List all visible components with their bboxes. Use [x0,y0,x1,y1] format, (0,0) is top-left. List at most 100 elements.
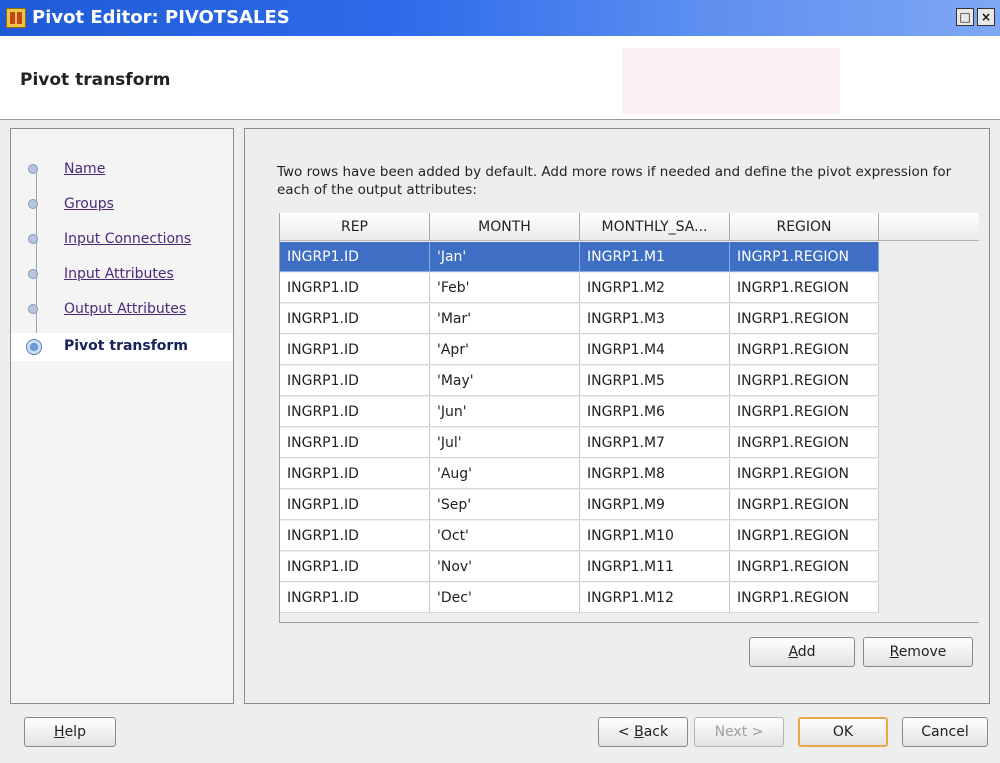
cell-rep[interactable]: INGRP1.ID [280,583,430,613]
cell-monthly-sales[interactable]: INGRP1.M6 [580,397,730,427]
table-row[interactable]: INGRP1.ID 'Jul' INGRP1.M7 INGRP1.REGION [280,428,879,458]
step-input-connections-label[interactable]: Input Connections [64,231,191,247]
pivot-expression-table[interactable]: REP MONTH MONTHLY_SA... REGION INGRP1.ID… [279,213,979,623]
cell-monthly-sales[interactable]: INGRP1.M5 [580,366,730,396]
cell-region[interactable]: INGRP1.REGION [730,490,879,520]
pivot-editor-app-icon [6,8,26,28]
cell-rep[interactable]: INGRP1.ID [280,397,430,427]
cell-rep[interactable]: INGRP1.ID [280,335,430,365]
cell-month[interactable]: 'Oct' [430,521,580,551]
cancel-button[interactable]: Cancel [902,717,988,747]
cell-month[interactable]: 'Dec' [430,583,580,613]
restore-window-button[interactable]: □ [956,8,974,26]
cell-rep[interactable]: INGRP1.ID [280,304,430,334]
cell-rep[interactable]: INGRP1.ID [280,273,430,303]
cell-monthly-sales[interactable]: INGRP1.M10 [580,521,730,551]
step-visited-icon [28,199,38,209]
step-input-attributes[interactable]: Input Attributes [11,261,233,289]
cell-rep[interactable]: INGRP1.ID [280,366,430,396]
table-row[interactable]: INGRP1.ID 'Sep' INGRP1.M9 INGRP1.REGION [280,490,879,520]
wizard-step-navigation: Name Groups Input Connections Input Attr… [10,128,234,704]
cell-month[interactable]: 'Aug' [430,459,580,489]
cell-monthly-sales[interactable]: INGRP1.M2 [580,273,730,303]
cell-monthly-sales[interactable]: INGRP1.M12 [580,583,730,613]
step-name-label[interactable]: Name [64,161,105,177]
next-button[interactable]: Next > [694,717,784,747]
wizard-header: Pivot transform [0,36,1000,120]
step-groups[interactable]: Groups [11,191,233,219]
table-row[interactable]: INGRP1.ID 'Mar' INGRP1.M3 INGRP1.REGION [280,304,879,334]
table-row[interactable]: INGRP1.ID 'Feb' INGRP1.M2 INGRP1.REGION [280,273,879,303]
table-row[interactable]: INGRP1.ID 'Nov' INGRP1.M11 INGRP1.REGION [280,552,879,582]
remove-row-mnemonic: R [889,644,899,660]
window-titlebar[interactable]: Pivot Editor: PIVOTSALES □ × [0,0,1000,36]
table-row[interactable]: INGRP1.ID 'Jan' INGRP1.M1 INGRP1.REGION [280,242,879,272]
step-output-attributes-label[interactable]: Output Attributes [64,301,186,317]
cell-month[interactable]: 'Jan' [430,242,580,272]
cell-region[interactable]: INGRP1.REGION [730,459,879,489]
cell-monthly-sales[interactable]: INGRP1.M1 [580,242,730,272]
ok-button[interactable]: OK [798,717,888,747]
table-row[interactable]: INGRP1.ID 'Oct' INGRP1.M10 INGRP1.REGION [280,521,879,551]
cell-monthly-sales[interactable]: INGRP1.M8 [580,459,730,489]
table-row[interactable]: INGRP1.ID 'Apr' INGRP1.M4 INGRP1.REGION [280,335,879,365]
table-row[interactable]: INGRP1.ID 'Dec' INGRP1.M12 INGRP1.REGION [280,583,879,613]
help-button[interactable]: Help [24,717,116,747]
step-visited-icon [28,234,38,244]
add-row-button[interactable]: Add [749,637,855,667]
remove-row-button[interactable]: Remove [863,637,973,667]
back-mnemonic: B [634,724,644,740]
cell-rep[interactable]: INGRP1.ID [280,428,430,458]
back-button[interactable]: < Back [598,717,688,747]
pivot-transform-panel: Two rows have been added by default. Add… [244,128,990,704]
back-label-rest: ack [643,724,669,740]
cell-rep[interactable]: INGRP1.ID [280,521,430,551]
cell-monthly-sales[interactable]: INGRP1.M9 [580,490,730,520]
cell-region[interactable]: INGRP1.REGION [730,273,879,303]
cell-monthly-sales[interactable]: INGRP1.M3 [580,304,730,334]
cell-region[interactable]: INGRP1.REGION [730,397,879,427]
cell-month[interactable]: 'Jun' [430,397,580,427]
add-row-label-rest: dd [797,644,816,660]
cell-region[interactable]: INGRP1.REGION [730,428,879,458]
cell-monthly-sales[interactable]: INGRP1.M11 [580,552,730,582]
cell-month[interactable]: 'Apr' [430,335,580,365]
step-pivot-transform[interactable]: Pivot transform [11,333,233,361]
table-row[interactable]: INGRP1.ID 'Jun' INGRP1.M6 INGRP1.REGION [280,397,879,427]
step-input-connections[interactable]: Input Connections [11,226,233,254]
step-groups-label[interactable]: Groups [64,196,114,212]
step-input-attributes-label[interactable]: Input Attributes [64,266,174,282]
cell-month[interactable]: 'Feb' [430,273,580,303]
column-header-month[interactable]: MONTH [430,213,580,241]
step-output-attributes[interactable]: Output Attributes [11,296,233,324]
cell-month[interactable]: 'Nov' [430,552,580,582]
cell-rep[interactable]: INGRP1.ID [280,242,430,272]
cell-region[interactable]: INGRP1.REGION [730,521,879,551]
cell-monthly-sales[interactable]: INGRP1.M7 [580,428,730,458]
cell-region[interactable]: INGRP1.REGION [730,583,879,613]
window-title: Pivot Editor: PIVOTSALES [32,7,290,28]
step-name[interactable]: Name [11,156,233,184]
page-title: Pivot transform [20,70,171,90]
cell-region[interactable]: INGRP1.REGION [730,366,879,396]
table-row[interactable]: INGRP1.ID 'Aug' INGRP1.M8 INGRP1.REGION [280,459,879,489]
cell-month[interactable]: 'Sep' [430,490,580,520]
cell-month[interactable]: 'Jul' [430,428,580,458]
step-current-icon [26,339,42,355]
column-header-monthly-sales[interactable]: MONTHLY_SA... [580,213,730,241]
cell-region[interactable]: INGRP1.REGION [730,304,879,334]
column-header-rep[interactable]: REP [280,213,430,241]
cell-rep[interactable]: INGRP1.ID [280,490,430,520]
cell-region[interactable]: INGRP1.REGION [730,335,879,365]
cell-region[interactable]: INGRP1.REGION [730,552,879,582]
table-row[interactable]: INGRP1.ID 'May' INGRP1.M5 INGRP1.REGION [280,366,879,396]
cell-month[interactable]: 'Mar' [430,304,580,334]
cell-month[interactable]: 'May' [430,366,580,396]
cell-rep[interactable]: INGRP1.ID [280,459,430,489]
cell-region[interactable]: INGRP1.REGION [730,242,879,272]
close-window-button[interactable]: × [977,8,995,26]
cell-monthly-sales[interactable]: INGRP1.M4 [580,335,730,365]
column-header-region[interactable]: REGION [730,213,879,241]
cell-rep[interactable]: INGRP1.ID [280,552,430,582]
step-visited-icon [28,269,38,279]
